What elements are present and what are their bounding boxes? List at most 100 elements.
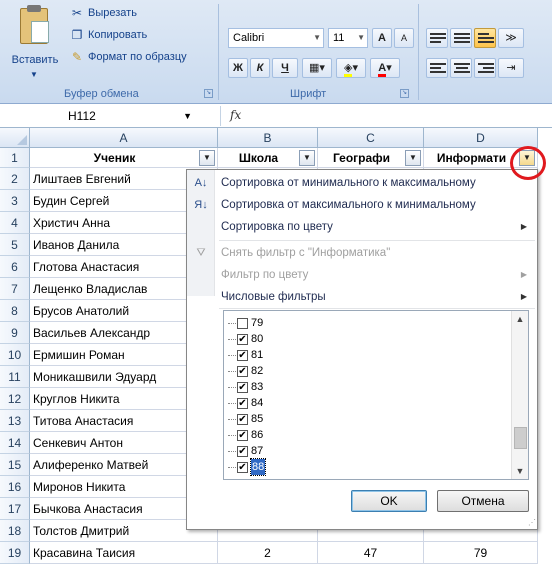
row-header[interactable]: 11 <box>0 366 30 388</box>
header-cell-school[interactable]: Школа ▼ <box>218 148 318 168</box>
row-header[interactable]: 19 <box>0 542 30 564</box>
table-cell[interactable]: 79 <box>424 542 538 564</box>
filter-button[interactable]: ▼ <box>299 150 315 166</box>
list-item[interactable]: ✔ 84 <box>228 395 263 411</box>
paste-button[interactable]: Вставить ▼ <box>6 5 64 90</box>
column-header-c[interactable]: C <box>318 128 424 148</box>
checkbox[interactable] <box>237 317 248 329</box>
row-header[interactable]: 13 <box>0 410 30 432</box>
list-item[interactable]: ✔ 81 <box>228 347 263 363</box>
shrink-font-button[interactable]: A <box>394 28 414 48</box>
name-box[interactable]: H112 ▼ <box>54 107 204 125</box>
row-header[interactable]: 12 <box>0 388 30 410</box>
list-item[interactable]: ✔ 83 <box>228 379 263 395</box>
list-item[interactable]: ✔ 82 <box>228 363 263 379</box>
function-icon[interactable]: fx <box>230 108 241 122</box>
checkbox[interactable]: ✔ <box>237 333 248 345</box>
row-header[interactable]: 3 <box>0 190 30 212</box>
row-header[interactable]: 15 <box>0 454 30 476</box>
list-item[interactable]: ✔ 85 <box>228 411 263 427</box>
tree-connector <box>228 418 236 420</box>
list-scrollbar[interactable]: ▲ ▼ <box>511 311 528 479</box>
row-header[interactable]: 1 <box>0 148 30 168</box>
scroll-thumb[interactable] <box>514 427 527 449</box>
checkbox[interactable]: ✔ <box>237 349 248 361</box>
font-color-button[interactable]: A▾ <box>370 58 400 78</box>
font-size-select[interactable]: 11 ▼ <box>328 28 368 48</box>
align-bottom-button[interactable] <box>474 28 496 48</box>
bold-button[interactable]: Ж <box>228 58 248 78</box>
row-header[interactable]: 10 <box>0 344 30 366</box>
checkbox[interactable]: ✔ <box>237 365 248 377</box>
format-painter-label: Формат по образцу <box>88 51 187 63</box>
grow-font-button[interactable]: A <box>372 28 392 48</box>
list-item[interactable]: ✔ 86 <box>228 427 263 443</box>
row-header[interactable]: 9 <box>0 322 30 344</box>
clipboard-launcher[interactable]: ↘ <box>204 89 213 98</box>
list-item[interactable]: ✔ 88 <box>228 458 267 476</box>
header-cell-student[interactable]: Ученик ▼ <box>30 148 218 168</box>
filter-values-list[interactable]: ▲ ▼ 79 ✔ 80 ✔ 81 ✔ 82 ✔ 83 ✔ 84 ✔ 85 ✔ 86 ✔ 87 ✔ 88 <box>223 310 529 480</box>
ok-button[interactable]: OK <box>351 490 427 512</box>
orientation-button[interactable]: ≫ <box>498 28 524 48</box>
scroll-down-icon[interactable]: ▼ <box>512 463 528 479</box>
filter-button[interactable]: ▼ <box>199 150 215 166</box>
list-item[interactable]: ✔ 80 <box>228 331 263 347</box>
underline-button[interactable]: Ч <box>272 58 298 78</box>
number-filters-item[interactable]: Числовые фильтры ▶ <box>187 286 537 308</box>
align-middle-button[interactable] <box>450 28 472 48</box>
row-header[interactable]: 14 <box>0 432 30 454</box>
italic-button[interactable]: К <box>250 58 270 78</box>
checkbox[interactable]: ✔ <box>237 413 248 425</box>
select-all-button[interactable] <box>0 128 30 148</box>
row-header[interactable]: 8 <box>0 300 30 322</box>
clear-filter-item[interactable]: ⛛ Снять фильтр с "Информатика" <box>187 242 537 264</box>
row-header[interactable]: 2 <box>0 168 30 190</box>
row-header[interactable]: 18 <box>0 520 30 542</box>
cut-button[interactable]: ✂ Вырезать <box>70 6 137 20</box>
scroll-up-icon[interactable]: ▲ <box>512 311 528 327</box>
chevron-down-icon[interactable]: ▼ <box>183 107 192 125</box>
column-header-b[interactable]: B <box>218 128 318 148</box>
column-header-d[interactable]: D <box>424 128 538 148</box>
sort-asc-item[interactable]: A↓ Сортировка от минимального к максимал… <box>187 172 537 194</box>
fill-color-button[interactable]: ◈▾ <box>336 58 366 78</box>
sort-by-color-item[interactable]: Сортировка по цвету ▶ <box>187 216 537 238</box>
indent-button[interactable]: ⇥ <box>498 58 524 78</box>
sort-desc-item[interactable]: Я↓ Сортировка от максимального к минимал… <box>187 194 537 216</box>
row-header[interactable]: 5 <box>0 234 30 256</box>
font-launcher[interactable]: ↘ <box>400 89 409 98</box>
chevron-down-icon[interactable]: ▼ <box>30 70 38 79</box>
cancel-button[interactable]: Отмена <box>437 490 529 512</box>
tree-connector <box>228 386 236 388</box>
align-top-button[interactable] <box>426 28 448 48</box>
row-header[interactable]: 4 <box>0 212 30 234</box>
filter-button[interactable]: ▼ <box>405 150 421 166</box>
align-right-button[interactable] <box>474 58 496 78</box>
student-name-cell[interactable]: Красавина Таисия <box>30 542 218 564</box>
font-name-select[interactable]: Calibri ▼ <box>228 28 324 48</box>
table-cell[interactable]: 2 <box>218 542 318 564</box>
copy-button[interactable]: ❐ Копировать <box>70 28 148 42</box>
checkbox[interactable]: ✔ <box>237 461 248 473</box>
format-painter-button[interactable]: ✎ Формат по образцу <box>70 50 187 64</box>
column-header-a[interactable]: A <box>30 128 218 148</box>
checkbox[interactable]: ✔ <box>237 397 248 409</box>
filter-by-color-item[interactable]: Фильтр по цвету ▶ <box>187 264 537 286</box>
resize-grip[interactable]: ⋰ <box>528 518 536 527</box>
sort-asc-icon: A↓ <box>194 177 208 189</box>
align-center-button[interactable] <box>450 58 472 78</box>
checkbox[interactable]: ✔ <box>237 429 248 441</box>
checkbox[interactable]: ✔ <box>237 381 248 393</box>
table-cell[interactable]: 47 <box>318 542 424 564</box>
row-header[interactable]: 16 <box>0 476 30 498</box>
row-header[interactable]: 17 <box>0 498 30 520</box>
align-left-button[interactable] <box>426 58 448 78</box>
checkbox[interactable]: ✔ <box>237 445 248 457</box>
row-header[interactable]: 6 <box>0 256 30 278</box>
row-header[interactable]: 7 <box>0 278 30 300</box>
borders-button[interactable]: ▦▾ <box>302 58 332 78</box>
list-item[interactable]: ✔ 87 <box>228 443 263 459</box>
list-item[interactable]: 79 <box>228 315 263 331</box>
header-cell-geography[interactable]: Географи ▼ <box>318 148 424 168</box>
